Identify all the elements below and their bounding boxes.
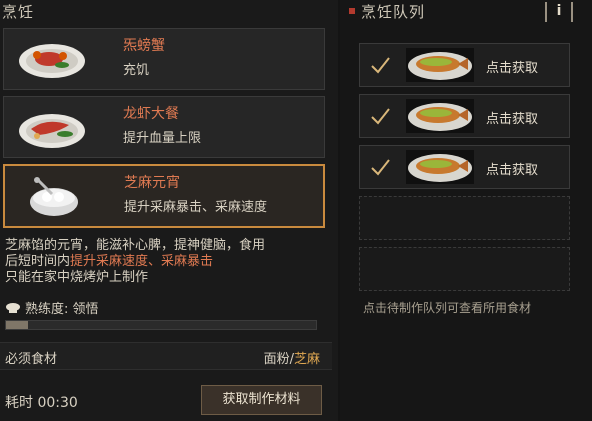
cooking-panel: 烹饪 炁螃蟹 充饥 龙虾大餐 提升血量上限 芝麻元宵 提升采麻暴击、采麻速度 芝… <box>0 0 338 421</box>
description-highlight: 提升采麻速度、采麻暴击 <box>70 254 214 269</box>
check-icon <box>371 159 390 176</box>
progress-fill <box>6 321 28 329</box>
recipe-name: 芝麻元宵 <box>124 175 180 191</box>
recipe-name: 炁螃蟹 <box>123 38 165 54</box>
grilled-fish-icon <box>406 99 474 133</box>
ingredient-sesame: 芝麻 <box>293 352 320 367</box>
ingredient-flour: 面粉 <box>263 352 290 367</box>
recipe-desc: 提升血量上限 <box>123 131 202 146</box>
check-icon <box>371 108 390 125</box>
ingredients-row: 必须食材 面粉/芝麻 <box>0 342 332 370</box>
recipe-description: 芝麻馅的元宵，能滋补心脾，提神健脑，食用 后短时间内提升采麻速度、采麻暴击 只能… <box>5 238 330 286</box>
info-button[interactable]: i <box>545 2 573 22</box>
recipe-name: 龙虾大餐 <box>123 106 179 122</box>
queue-hint: 点击待制作队列可查看所用食材 <box>363 301 532 315</box>
recipe-desc: 充饥 <box>123 63 150 78</box>
recipe-item-crab[interactable]: 炁螃蟹 充饥 <box>3 28 325 90</box>
proficiency: 熟练度: 领悟 <box>5 298 99 317</box>
lobster-dish-icon <box>19 114 85 148</box>
obtain-label: 点击获取 <box>486 112 539 127</box>
ingredients-list: 面粉/芝麻 <box>264 348 320 367</box>
queue-slot[interactable]: 点击获取 <box>359 145 570 189</box>
description-line: 后短时间内提升采麻速度、采麻暴击 <box>5 254 330 270</box>
grilled-fish-icon <box>406 150 474 184</box>
chef-hat-icon <box>6 302 20 313</box>
queue-slot[interactable]: 点击获取 <box>359 94 570 138</box>
queue-slot-empty[interactable] <box>359 247 570 291</box>
recipe-item-lobster[interactable]: 龙虾大餐 提升血量上限 <box>3 96 325 158</box>
proficiency-progress-bar <box>5 320 317 330</box>
check-icon <box>371 57 390 74</box>
title-marker-icon <box>349 8 355 14</box>
queue-title: 烹饪队列 <box>361 3 426 21</box>
panel-title: 烹饪 <box>2 3 35 21</box>
queue-slot[interactable]: 点击获取 <box>359 43 570 87</box>
description-line: 只能在家中烧烤炉上制作 <box>5 270 149 285</box>
sesame-dumpling-icon <box>30 177 78 216</box>
cook-time: 耗时 00:30 <box>5 395 78 411</box>
obtain-label: 点击获取 <box>486 163 539 178</box>
recipe-item-sesame-dumpling[interactable]: 芝麻元宵 提升采麻暴击、采麻速度 <box>3 164 325 228</box>
recipe-desc: 提升采麻暴击、采麻速度 <box>124 200 268 215</box>
proficiency-label: 熟练度: 领悟 <box>25 302 99 317</box>
queue-slot-empty[interactable] <box>359 196 570 240</box>
description-line: 芝麻馅的元宵，能滋补心脾，提神健脑，食用 <box>5 238 266 253</box>
obtain-label: 点击获取 <box>486 61 539 76</box>
cooking-queue-panel: 烹饪队列 i 点击获取 点击获取 点击获取 点击待制作队列可查看所用食材 <box>340 0 592 421</box>
crab-dish-icon <box>19 44 85 78</box>
grilled-fish-icon <box>406 48 474 82</box>
ingredients-label: 必须食材 <box>5 352 58 367</box>
description-prefix: 后短时间内 <box>5 254 71 269</box>
get-materials-button[interactable]: 获取制作材料 <box>201 385 322 415</box>
